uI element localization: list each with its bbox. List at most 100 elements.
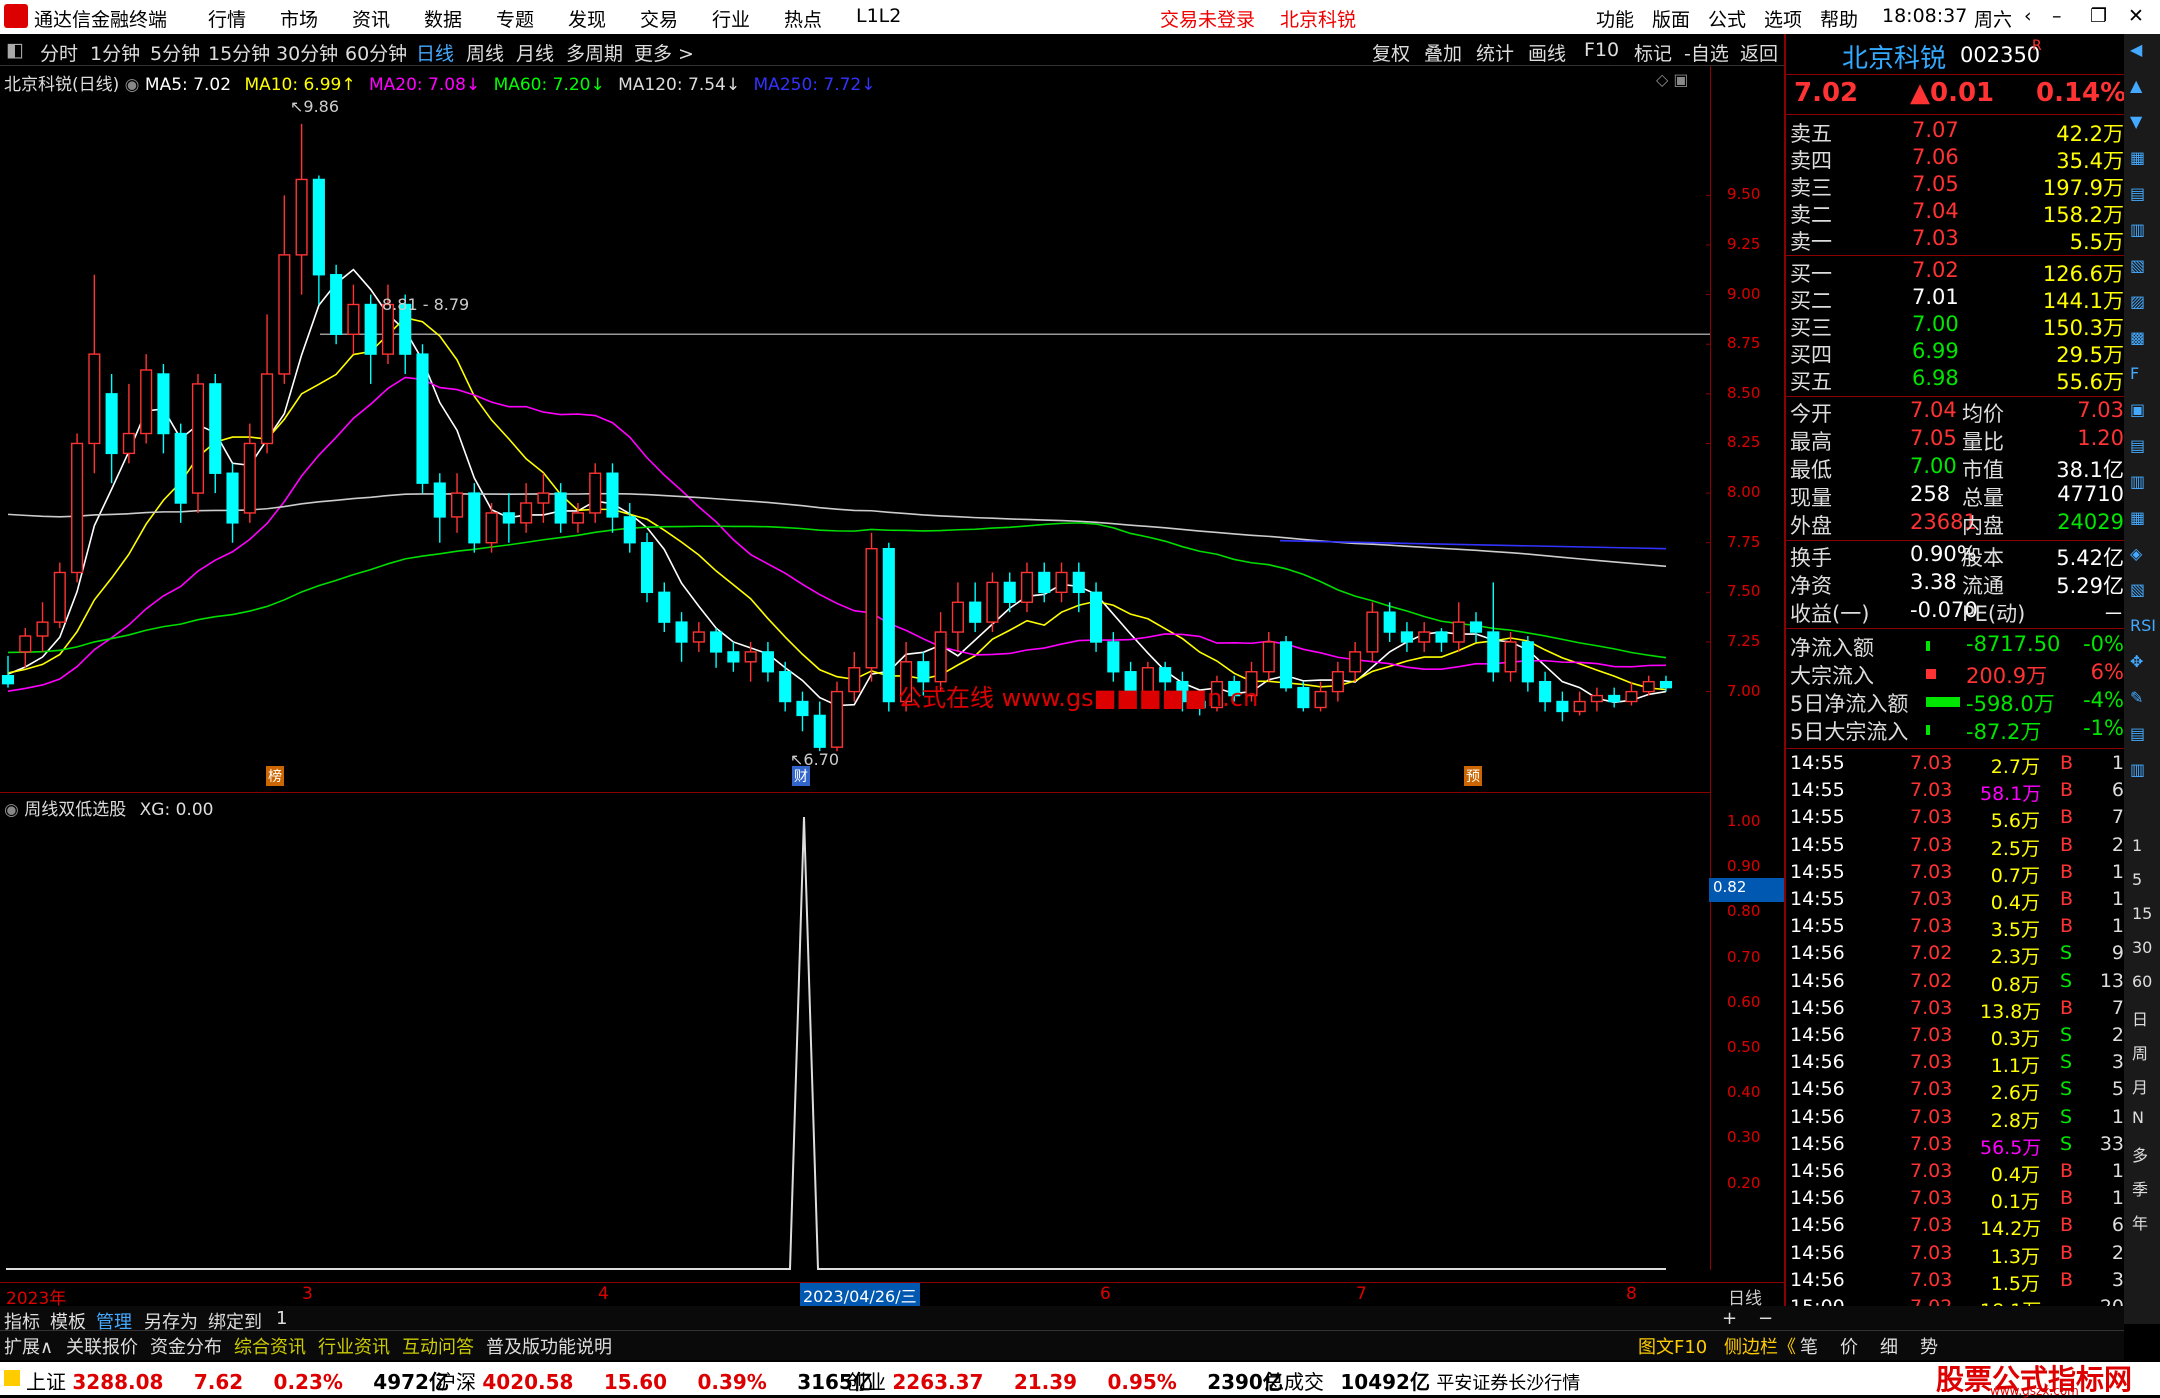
tick-row[interactable]: 14:56 7.03 1.3万 B 2 — [1790, 1242, 2124, 1269]
tick-row[interactable]: 14:55 7.03 0.4万 B 1 — [1790, 888, 2124, 915]
menu-item[interactable]: 数据 — [424, 5, 462, 32]
tick-row[interactable]: 14:56 7.03 56.5万 S 33 — [1790, 1133, 2124, 1160]
index-cy[interactable]: 创业 2263.37 21.39 0.95% 2390亿 — [846, 1366, 1283, 1395]
indicator-chart[interactable]: ◉ 周线双低选股 XG: 0.00 — [0, 792, 1710, 1270]
side-period-button[interactable]: N — [2132, 1108, 2144, 1127]
menu-item[interactable]: 公式 — [1708, 5, 1746, 32]
period-tab[interactable]: 分时 — [40, 39, 78, 66]
tab-fund-distribution[interactable]: 资金分布 — [150, 1333, 222, 1359]
tab-qa[interactable]: 互动问答 — [402, 1333, 474, 1359]
collapse-icon[interactable]: ◧ — [6, 39, 24, 61]
period-tab[interactable]: 1分钟 — [90, 39, 140, 66]
tick-row[interactable]: 14:56 7.03 1.5万 B 3 — [1790, 1269, 2124, 1296]
side-period-button[interactable]: 30 — [2132, 938, 2152, 957]
tick-row[interactable]: 14:55 7.03 5.6万 B 7 — [1790, 806, 2124, 833]
tick-row[interactable]: 14:56 7.02 0.8万 S 13 — [1790, 970, 2124, 997]
back-icon[interactable]: ‹ — [2024, 5, 2032, 27]
side-tool-icon[interactable]: ▦ — [2130, 508, 2145, 527]
period-tab[interactable]: 月线 — [516, 39, 554, 66]
menu-item[interactable]: 选项 — [1764, 5, 1802, 32]
buy-level[interactable]: 买一 7.02 126.6万 — [1790, 258, 2124, 286]
side-period-button[interactable]: 季 — [2132, 1176, 2148, 1200]
sell-level[interactable]: 卖五 7.07 42.2万 — [1790, 118, 2124, 146]
menu-item[interactable]: 行业 — [712, 5, 750, 32]
period-tab-active[interactable]: 日线 — [416, 39, 454, 66]
buy-level[interactable]: 买三 7.00 150.3万 — [1790, 312, 2124, 340]
marker-badge[interactable]: 财 — [792, 766, 810, 786]
index-sh[interactable]: 上证 3288.08 7.62 0.23% 4972亿 — [26, 1366, 449, 1395]
tab-detail[interactable]: 细 — [1880, 1333, 1898, 1359]
minimize-icon[interactable]: – — [2052, 5, 2062, 27]
side-tool-icon[interactable]: ▤ — [2130, 184, 2145, 203]
tick-row[interactable]: 14:56 7.03 13.8万 B 7 — [1790, 997, 2124, 1024]
menu-item[interactable]: 市场 — [280, 5, 318, 32]
tick-row[interactable]: 14:56 7.03 0.1万 B 1 — [1790, 1187, 2124, 1214]
menu-item[interactable]: 发现 — [568, 5, 606, 32]
tick-row[interactable]: 14:56 7.03 2.8万 S 1 — [1790, 1106, 2124, 1133]
menu-item[interactable]: 行情 — [208, 5, 246, 32]
index-hs[interactable]: 沪深 4020.58 15.60 0.39% 3165亿 — [436, 1366, 873, 1395]
tick-row[interactable]: 14:55 7.03 2.7万 B 1 — [1790, 752, 2124, 779]
main-kline-chart[interactable]: 北京科锐(日线) ◉ MA5: 7.02 MA10: 6.99↑ MA20: 7… — [0, 66, 1710, 791]
side-period-button[interactable]: 5 — [2132, 870, 2142, 889]
menu-item[interactable]: 帮助 — [1820, 5, 1858, 32]
chart-options-icon[interactable]: ◇ ▣ — [1656, 70, 1689, 89]
toolbar-button[interactable]: 叠加 — [1424, 39, 1462, 66]
side-tool-icon[interactable]: ▧ — [2130, 256, 2145, 275]
side-tool-icon[interactable]: ▤ — [2130, 724, 2145, 743]
dropdown-icon[interactable]: ◉ — [125, 75, 145, 95]
period-tab[interactable]: 周线 — [466, 39, 504, 66]
tab-f10[interactable]: 图文F10 — [1638, 1333, 1707, 1359]
buy-level[interactable]: 买五 6.98 55.6万 — [1790, 366, 2124, 394]
menu-item[interactable]: 交易 — [640, 5, 678, 32]
tab-bi[interactable]: 笔 — [1800, 1333, 1818, 1359]
buy-level[interactable]: 买二 7.01 144.1万 — [1790, 285, 2124, 313]
tick-row[interactable]: 14:56 7.03 0.4万 B 1 — [1790, 1160, 2124, 1187]
side-tool-icon[interactable]: ✎ — [2130, 688, 2143, 707]
tick-row[interactable]: 14:56 7.03 0.3万 S 2 — [1790, 1024, 2124, 1051]
toolbar-button[interactable]: -自选 — [1684, 39, 1729, 66]
sell-level[interactable]: 卖一 7.03 5.5万 — [1790, 226, 2124, 254]
tab-industry-news[interactable]: 行业资讯 — [318, 1333, 390, 1359]
side-period-button[interactable]: 60 — [2132, 972, 2152, 991]
side-tool-icon[interactable]: ◀ — [2130, 40, 2142, 59]
menu-item[interactable]: 版面 — [1652, 5, 1690, 32]
side-tool-icon[interactable]: ▥ — [2130, 220, 2145, 239]
period-tab[interactable]: 15分钟 — [208, 39, 270, 66]
toolbar-button[interactable]: 统计 — [1476, 39, 1514, 66]
sell-level[interactable]: 卖三 7.05 197.9万 — [1790, 172, 2124, 200]
tab-help[interactable]: 普及版功能说明 — [486, 1333, 612, 1359]
toolbar-button[interactable]: 标记 — [1634, 39, 1672, 66]
zoom-in-icon[interactable]: + — [1722, 1308, 1737, 1329]
toolbar-button[interactable]: 画线 — [1528, 39, 1566, 66]
marker-badge[interactable]: 预 — [1464, 766, 1482, 786]
period-tab[interactable]: 60分钟 — [345, 39, 407, 66]
tab-sidebar[interactable]: 侧边栏《 — [1724, 1333, 1796, 1359]
side-tool-icon[interactable]: ▨ — [2130, 292, 2145, 311]
toolbar-button[interactable]: 返回 — [1740, 39, 1778, 66]
side-tool-icon[interactable]: ▤ — [2130, 436, 2145, 455]
side-tool-icon[interactable]: ▧ — [2130, 580, 2145, 599]
trade-status[interactable]: 交易未登录 — [1160, 5, 1255, 32]
buy-level[interactable]: 买四 6.99 29.5万 — [1790, 339, 2124, 367]
tick-row[interactable]: 14:56 7.03 1.1万 S 3 — [1790, 1051, 2124, 1078]
zoom-out-icon[interactable]: − — [1758, 1308, 1773, 1329]
menu-item[interactable]: 功能 — [1596, 5, 1634, 32]
tick-row[interactable]: 14:55 7.03 58.1万 B 6 — [1790, 779, 2124, 806]
tab-price[interactable]: 价 — [1840, 1333, 1858, 1359]
tab-news[interactable]: 综合资讯 — [234, 1333, 306, 1359]
side-period-button[interactable]: 1 — [2132, 836, 2142, 855]
side-tool-icon[interactable]: ▣ — [2130, 400, 2145, 419]
tab-related-quote[interactable]: 关联报价 — [66, 1333, 138, 1359]
side-tool-icon[interactable]: ▲ — [2130, 76, 2142, 95]
menu-item[interactable]: L1L2 — [856, 5, 901, 27]
side-tool-icon[interactable]: F — [2130, 364, 2139, 383]
side-tool-icon[interactable]: ▼ — [2130, 112, 2142, 131]
sell-level[interactable]: 卖四 7.06 35.4万 — [1790, 145, 2124, 173]
tick-row[interactable]: 14:55 7.03 2.5万 B 2 — [1790, 834, 2124, 861]
dropdown-icon[interactable]: ◉ — [4, 800, 24, 820]
period-tab-more[interactable]: 更多 > — [634, 39, 694, 66]
menu-item[interactable]: 专题 — [496, 5, 534, 32]
menu-item[interactable]: 资讯 — [352, 5, 390, 32]
side-period-button[interactable]: 年 — [2132, 1210, 2148, 1234]
